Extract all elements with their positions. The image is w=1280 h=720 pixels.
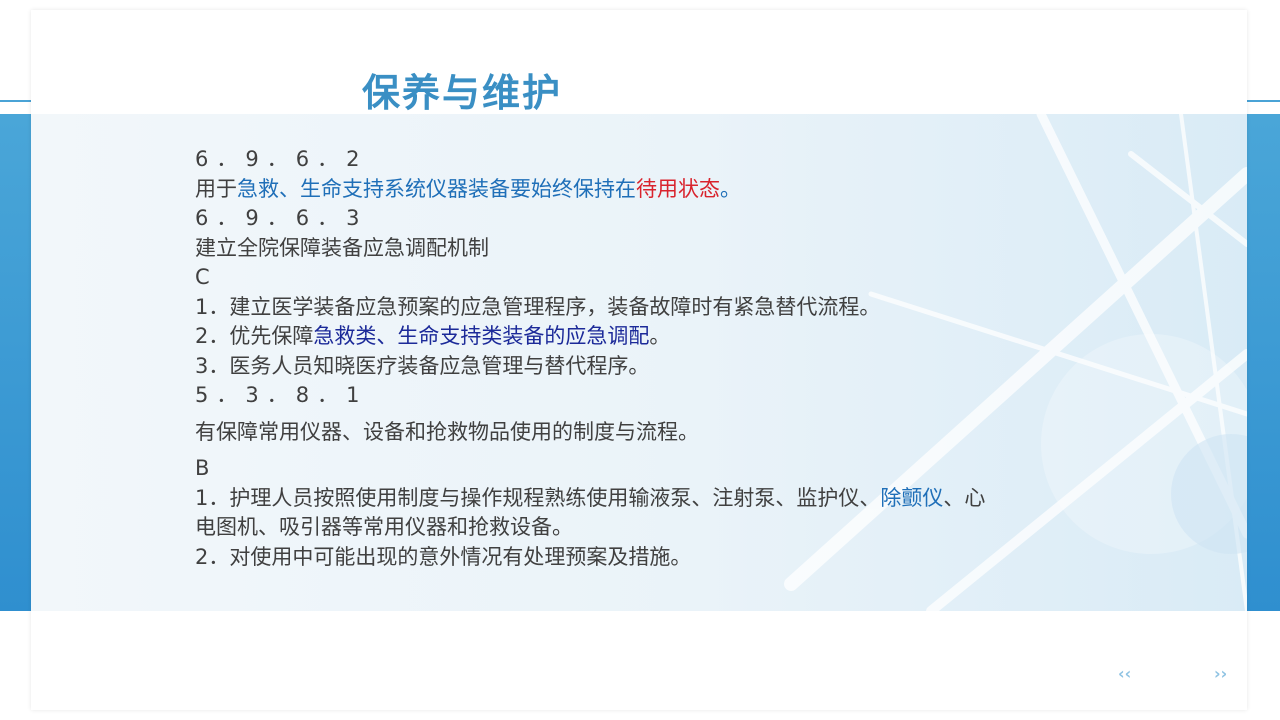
highlight-text: 急救类、生命支持类装备的应急调配 <box>313 324 650 348</box>
left-accent-band <box>0 114 31 611</box>
right-header-line <box>1247 100 1280 102</box>
clause-text: 用于急救、生命支持系统仪器装备要始终保持在待用状态。 <box>195 175 1135 205</box>
text-segment: 用于 <box>195 176 237 201</box>
clause-number: 6．9．6．2 <box>195 147 368 171</box>
page-title: 保养与维护 <box>362 71 563 115</box>
list-item: 1．建立医学装备应急预案的应急管理程序，装备故障时有紧急替代流程。 <box>195 294 881 319</box>
text-segment: 。 <box>649 324 671 348</box>
list-item-continued: 电图机、吸引器等常用仪器和抢救设备。 <box>195 515 573 539</box>
text-segment: 1．护理人员按照使用制度与操作规程熟练使用输液泵、注射泵、监护仪、 <box>195 485 881 510</box>
grade-label: B <box>195 456 210 480</box>
right-accent-band <box>1247 114 1280 611</box>
clause-number: 5．3．8．1 <box>195 383 368 407</box>
list-item: 1．护理人员按照使用制度与操作规程熟练使用输液泵、注射泵、监护仪、除颤仪、心 <box>195 484 1135 514</box>
highlight-text: 急救、生命支持系统仪器装备要始终保持在 <box>237 176 636 201</box>
clause-text: 有保障常用仪器、设备和抢救物品使用的制度与流程。 <box>195 419 699 444</box>
grade-label: C <box>195 265 210 289</box>
previous-slide-button[interactable]: ‹‹ <box>1118 664 1131 683</box>
left-header-line <box>0 100 31 102</box>
text-segment: 2．优先保障 <box>195 324 314 348</box>
highlight-text-red: 待用状态 <box>636 176 720 201</box>
clause-number: 6．9．6．3 <box>195 206 368 230</box>
text-segment: 、心 <box>943 485 986 510</box>
clause-text: 建立全院保障装备应急调配机制 <box>195 235 489 260</box>
highlight-text: 除颤仪 <box>880 485 944 510</box>
next-slide-button[interactable]: ›› <box>1214 664 1227 683</box>
requirements-text: 6．9．6．2 用于急救、生命支持系统仪器装备要始终保持在待用状态。 6．9．6… <box>195 145 1135 572</box>
list-item: 2．对使用中可能出现的意外情况有处理预案及措施。 <box>195 544 692 569</box>
list-item: 2．优先保障急救类、生命支持类装备的应急调配。 <box>195 322 1135 352</box>
text-segment: 。 <box>720 176 741 201</box>
list-item: 3．医务人员知晓医疗装备应急管理与替代程序。 <box>195 353 650 378</box>
